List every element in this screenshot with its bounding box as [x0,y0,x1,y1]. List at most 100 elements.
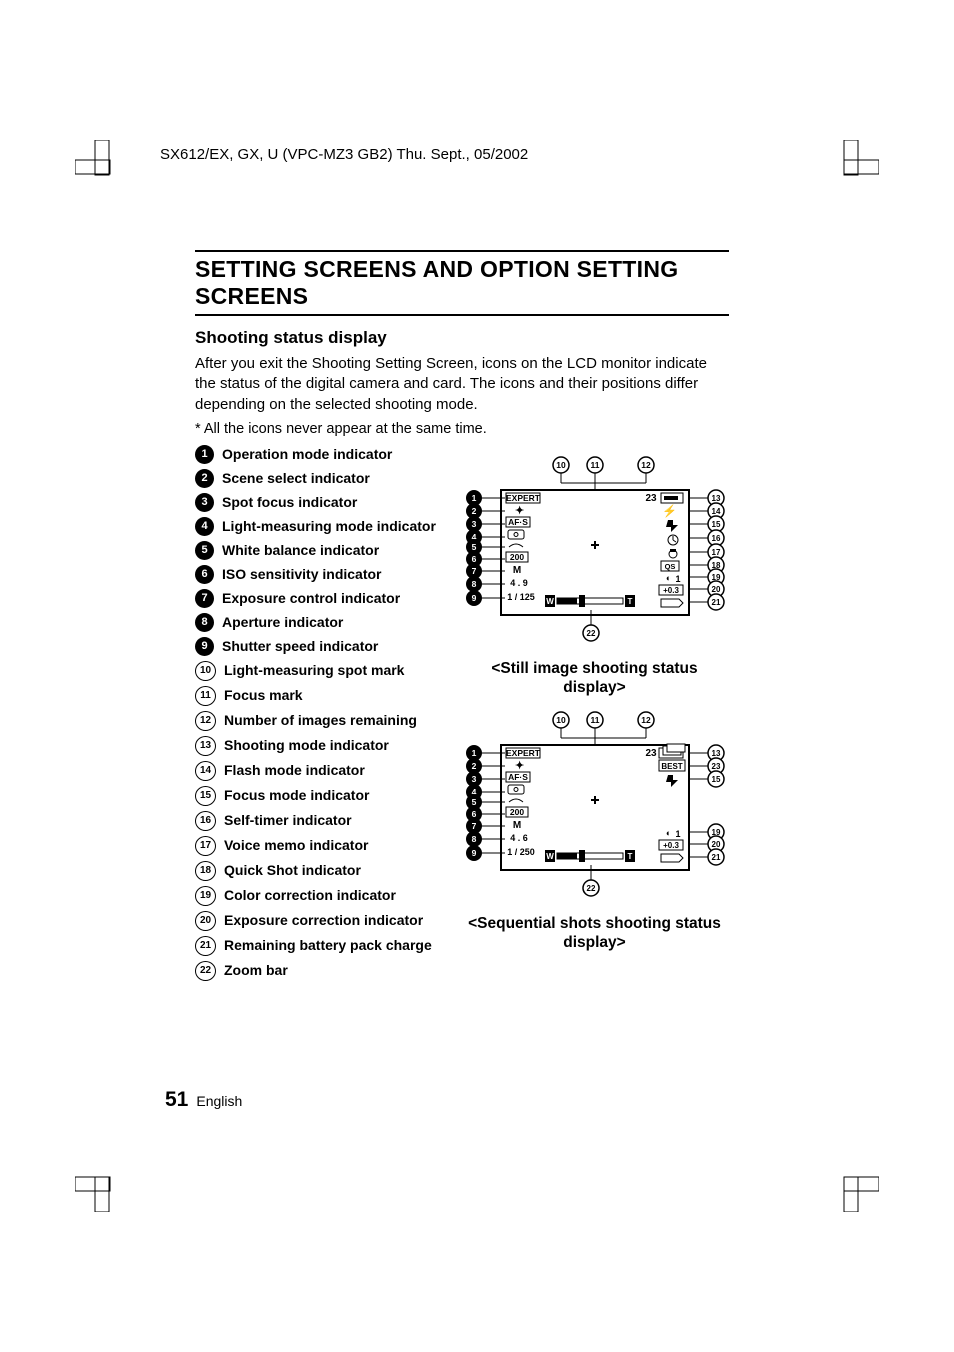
legend-number-icon: 7 [195,589,214,608]
svg-text:T: T [627,852,632,861]
svg-text:22: 22 [586,884,595,893]
svg-text:6: 6 [471,554,476,564]
legend-label: Scene select indicator [222,469,370,487]
legend-number-icon: 16 [195,811,216,831]
svg-text:1: 1 [471,748,476,758]
svg-text:12: 12 [641,460,651,470]
legend-number-icon: 11 [195,686,216,706]
svg-text:7: 7 [471,821,476,831]
crop-mark-icon [824,1157,879,1212]
legend-label: Shooting mode indicator [224,736,389,754]
legend-label: Flash mode indicator [224,761,365,779]
svg-text:⚡: ⚡ [662,504,677,518]
legend-label: Zoom bar [224,961,288,979]
legend-label: Focus mode indicator [224,786,369,804]
legend-number-icon: 13 [195,736,216,756]
footnote: * All the icons never appear at the same… [195,421,729,437]
svg-text:23: 23 [645,493,657,504]
svg-text:✦: ✦ [515,505,524,517]
svg-text:W: W [546,852,554,861]
svg-text:AF·S: AF·S [508,517,528,527]
legend-label: Color correction indicator [224,886,396,904]
svg-text:11: 11 [590,715,599,725]
svg-text:21: 21 [711,598,720,607]
legend-number-icon: 14 [195,761,216,781]
svg-text:20: 20 [711,840,720,849]
legend-number-icon: 18 [195,861,216,881]
svg-text:13: 13 [711,749,720,758]
svg-text:9: 9 [471,593,476,603]
crop-mark-icon [824,140,879,195]
legend-label: Self-timer indicator [224,811,352,829]
legend-label: Shutter speed indicator [222,637,378,655]
svg-text:8: 8 [471,579,476,589]
legend-number-icon: 12 [195,711,216,731]
still-image-diagram: 10 11 12 EXPERT ✦ AF·S [461,455,729,645]
legend-number-icon: 10 [195,661,216,681]
legend-label: ISO sensitivity indicator [222,565,382,583]
svg-text:15: 15 [711,520,720,529]
body-paragraph: After you exit the Shooting Setting Scre… [195,354,729,415]
svg-text:BEST: BEST [661,762,682,771]
svg-text:13: 13 [711,494,720,503]
legend-number-icon: 1 [195,445,214,464]
legend-number-icon: 2 [195,469,214,488]
svg-text:16: 16 [711,534,720,543]
svg-text:10: 10 [556,460,566,470]
svg-text:1: 1 [675,829,680,839]
page-language: English [196,1093,242,1109]
legend-number-icon: 3 [195,493,214,512]
svg-text:◐: ◐ [666,573,671,583]
svg-text:8: 8 [471,834,476,844]
svg-text:3: 3 [471,519,476,529]
svg-text:12: 12 [641,715,651,725]
legend-label: Quick Shot indicator [224,861,361,879]
legend-label: Voice memo indicator [224,836,368,854]
legend-number-icon: 8 [195,613,214,632]
svg-text:200: 200 [509,552,523,562]
svg-text:10: 10 [556,715,566,725]
legend-number-icon: 6 [195,565,214,584]
legend-number-icon: 21 [195,936,216,956]
legend-label: Operation mode indicator [222,445,392,463]
sequential-diagram: 10 11 12 EXPERT ✦ AF·S 200 M [461,710,729,900]
legend-label: Aperture indicator [222,613,343,631]
svg-text:21: 21 [711,853,720,862]
section-title: SETTING SCREENS AND OPTION SETTING SCREE… [195,250,729,316]
diagram2-caption: <Sequential shots shooting status displa… [460,914,729,953]
svg-text:5: 5 [471,797,476,807]
svg-text:1 / 250: 1 / 250 [507,847,535,857]
svg-text:23: 23 [645,748,657,759]
svg-text:200: 200 [509,807,523,817]
svg-text:M: M [512,565,520,576]
svg-text:4 . 6: 4 . 6 [510,833,528,843]
legend-label: Spot focus indicator [222,493,357,511]
legend-label: Number of images remaining [224,711,417,729]
svg-text:M: M [512,820,520,831]
svg-text:1 / 125: 1 / 125 [507,592,535,602]
svg-text:+0.3: +0.3 [663,586,679,595]
legend-label: Exposure control indicator [222,589,400,607]
svg-text:17: 17 [711,548,720,557]
svg-text:✦: ✦ [515,760,524,772]
svg-text:◐: ◐ [666,828,671,838]
legend-label: Focus mark [224,686,303,704]
svg-text:7: 7 [471,566,476,576]
crop-mark-icon [75,1157,130,1212]
svg-text:9: 9 [471,848,476,858]
legend-label: White balance indicator [222,541,379,559]
page-number: 51 [165,1088,188,1111]
svg-text:1: 1 [471,493,476,503]
svg-text:15: 15 [711,775,720,784]
subheading: Shooting status display [195,328,729,348]
svg-text:4 . 9: 4 . 9 [510,578,528,588]
legend-number-icon: 20 [195,911,216,931]
svg-text:2: 2 [471,506,476,516]
legend-list: 1 Operation mode indicator 2 Scene select … [195,445,450,981]
legend-number-icon: 5 [195,541,214,560]
svg-text:11: 11 [590,460,599,470]
legend-label: Exposure correction indicator [224,911,423,929]
svg-text:5: 5 [471,542,476,552]
svg-text:+0.3: +0.3 [663,841,679,850]
legend-label: Light-measuring mode indicator [222,517,436,535]
